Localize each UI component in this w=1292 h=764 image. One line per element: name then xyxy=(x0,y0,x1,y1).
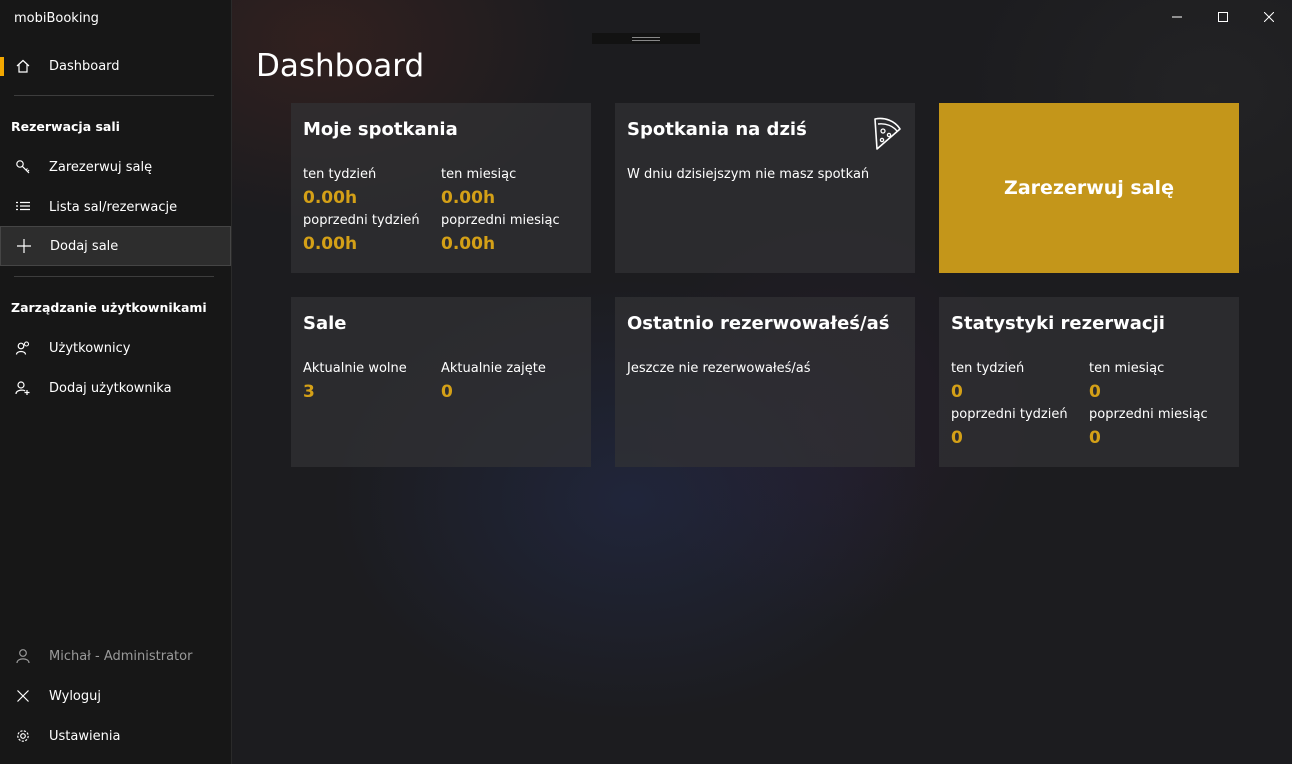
nav-label-book-room: Zarezerwuj salę xyxy=(49,159,153,175)
card-booking-stats: Statystyki rezerwacji ten tydzień 0 ten … xyxy=(939,297,1239,467)
home-icon xyxy=(12,55,34,77)
nav-item-room-list[interactable]: Lista sal/rezerwacje xyxy=(0,187,231,227)
maximize-icon xyxy=(1218,12,1228,22)
stat-label: ten miesiąc xyxy=(441,167,517,182)
drag-handle[interactable] xyxy=(592,33,700,44)
divider xyxy=(14,95,214,96)
window-controls xyxy=(1154,0,1292,34)
add-user-icon xyxy=(12,377,34,399)
nav-item-users[interactable]: Użytkownicy xyxy=(0,328,231,368)
stat-value: 0.00h xyxy=(303,234,358,254)
page-title: Dashboard xyxy=(256,48,425,84)
stat-label: ten miesiąc xyxy=(1089,361,1165,376)
section-header-rooms: Rezerwacja sali xyxy=(11,119,120,134)
stat-value: 0 xyxy=(441,382,453,402)
card-title: Spotkania na dziś xyxy=(627,119,807,140)
section-header-users: Zarządzanie użytkownikami xyxy=(11,300,207,315)
stat-value: 0 xyxy=(1089,428,1101,448)
nav-item-book-room[interactable]: Zarezerwuj salę xyxy=(0,147,231,187)
card-today-meetings: Spotkania na dziś W dniu dzisiejszym nie… xyxy=(615,103,915,273)
card-text: W dniu dzisiejszym nie masz spotkań xyxy=(627,167,870,182)
nav-label-settings: Ustawienia xyxy=(49,728,121,744)
nav-label-room-list: Lista sal/rezerwacje xyxy=(49,199,178,215)
stat-label: ten tydzień xyxy=(303,167,377,182)
close-icon xyxy=(1264,12,1274,22)
nav-item-add-room[interactable]: Dodaj sale xyxy=(0,226,231,266)
card-title: Statystyki rezerwacji xyxy=(951,313,1165,334)
nav-label-current-user: Michał - Administrator xyxy=(49,648,193,664)
card-title: Moje spotkania xyxy=(303,119,458,140)
nav-label-add-user: Dodaj użytkownika xyxy=(49,380,172,396)
stat-label: poprzedni tydzień xyxy=(303,213,420,228)
app-title: mobiBooking xyxy=(14,11,99,26)
nav-item-dashboard[interactable]: Dashboard xyxy=(0,46,231,86)
list-icon xyxy=(12,196,34,218)
stat-value: 0.00h xyxy=(441,234,496,254)
nav-label-add-room: Dodaj sale xyxy=(50,238,119,254)
nav-item-settings[interactable]: Ustawienia xyxy=(0,716,231,756)
stat-label: Aktualnie wolne xyxy=(303,361,407,376)
plus-icon xyxy=(13,235,35,257)
person-icon xyxy=(12,645,34,667)
stat-label: Aktualnie zajęte xyxy=(441,361,546,376)
nav-label-logout: Wyloguj xyxy=(49,688,101,704)
card-rooms: Sale Aktualnie wolne 3 Aktualnie zajęte … xyxy=(291,297,591,467)
key-icon xyxy=(12,156,34,178)
minimize-button[interactable] xyxy=(1154,0,1200,34)
stat-label: poprzedni miesiąc xyxy=(441,213,560,228)
stat-value: 0.00h xyxy=(303,188,358,208)
nav-item-add-user[interactable]: Dodaj użytkownika xyxy=(0,368,231,408)
stat-value: 0 xyxy=(951,428,963,448)
stat-label: ten tydzień xyxy=(951,361,1025,376)
stat-value: 3 xyxy=(303,382,315,402)
users-icon xyxy=(12,337,34,359)
nav-item-logout[interactable]: Wyloguj xyxy=(0,676,231,716)
sidebar: mobiBooking Dashboard Rezerwacja sali Za… xyxy=(0,0,232,764)
maximize-button[interactable] xyxy=(1200,0,1246,34)
stat-label: poprzedni tydzień xyxy=(951,407,1068,422)
card-title: Sale xyxy=(303,313,347,334)
close-window-button[interactable] xyxy=(1246,0,1292,34)
pizza-icon xyxy=(874,117,901,150)
stat-label: poprzedni miesiąc xyxy=(1089,407,1208,422)
card-title: Ostatnio rezerwowałeś/aś xyxy=(627,313,890,334)
gear-icon xyxy=(12,725,34,747)
card-my-meetings: Moje spotkania ten tydzień 0.00h ten mie… xyxy=(291,103,591,273)
nav-label-users: Użytkownicy xyxy=(49,340,131,356)
stat-value: 0.00h xyxy=(441,188,496,208)
card-text: Jeszcze nie rezerwowałeś/aś xyxy=(627,361,811,376)
nav-item-current-user[interactable]: Michał - Administrator xyxy=(0,636,231,676)
close-icon xyxy=(12,685,34,707)
stat-value: 0 xyxy=(1089,382,1101,402)
nav-label-dashboard: Dashboard xyxy=(49,58,120,74)
divider xyxy=(14,276,214,277)
card-recent-bookings: Ostatnio rezerwowałeś/aś Jeszcze nie rez… xyxy=(615,297,915,467)
minimize-icon xyxy=(1172,16,1182,18)
book-room-button[interactable]: Zarezerwuj salę xyxy=(939,103,1239,273)
stat-value: 0 xyxy=(951,382,963,402)
